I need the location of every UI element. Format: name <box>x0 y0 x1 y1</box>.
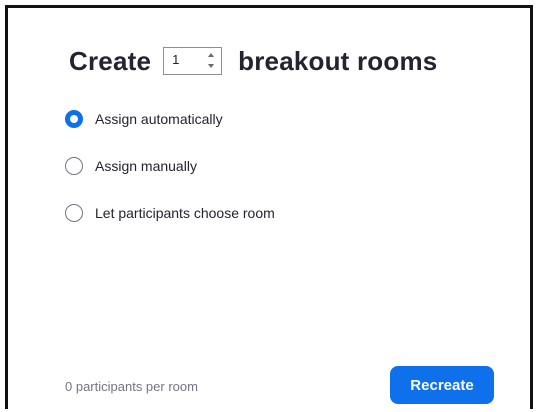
increment-arrow-icon[interactable] <box>208 53 215 57</box>
dialog-title: Create 1 breakout rooms <box>69 41 437 81</box>
title-prefix: Create <box>69 45 152 76</box>
option-assign-manually[interactable]: Assign manually <box>65 157 197 175</box>
radio-unchecked-icon[interactable] <box>65 204 83 222</box>
breakout-rooms-dialog: Create 1 breakout rooms Assign automatic… <box>5 5 533 409</box>
recreate-button[interactable]: Recreate <box>390 366 494 404</box>
radio-unchecked-icon[interactable] <box>65 157 83 175</box>
room-count-stepper[interactable]: 1 <box>163 47 223 75</box>
stepper-arrows[interactable] <box>207 51 215 71</box>
option-assign-automatically[interactable]: Assign automatically <box>65 110 223 128</box>
option-label: Assign automatically <box>95 111 223 127</box>
option-label: Assign manually <box>95 158 197 174</box>
title-suffix: breakout rooms <box>238 45 438 76</box>
participants-per-room-text: 0 participants per room <box>65 379 198 394</box>
radio-checked-icon[interactable] <box>65 110 83 128</box>
room-count-value[interactable]: 1 <box>172 52 179 67</box>
option-label: Let participants choose room <box>95 205 275 221</box>
decrement-arrow-icon[interactable] <box>208 64 215 68</box>
option-let-participants-choose[interactable]: Let participants choose room <box>65 204 275 222</box>
